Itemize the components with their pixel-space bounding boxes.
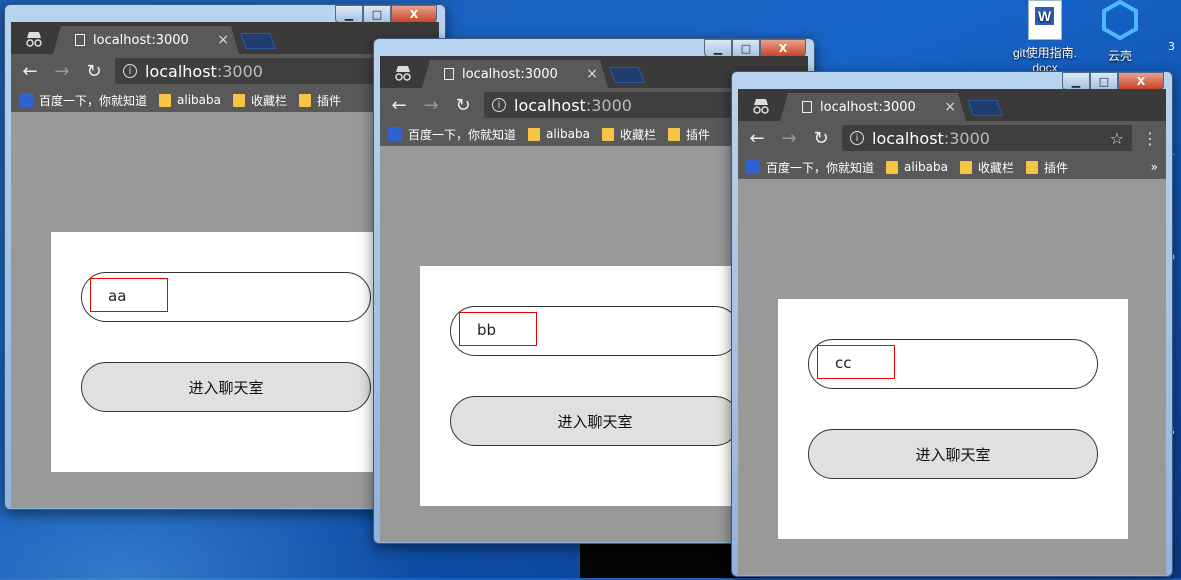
bookmark-alibaba[interactable]: alibaba: [528, 127, 590, 141]
bookmarks-bar: 百度一下，你就知道 alibaba 收藏栏 插件 »: [738, 155, 1166, 179]
close-window-button[interactable]: X: [1118, 72, 1164, 90]
url-host: localhost: [145, 61, 217, 81]
incognito-icon: [746, 91, 776, 121]
back-arrow-icon[interactable]: ←: [19, 61, 41, 82]
desktop-icon-label: git使用指南.: [1012, 46, 1077, 60]
tab-title: localhost:3000: [93, 32, 189, 48]
enter-chatroom-button[interactable]: 进入聊天室: [450, 396, 740, 446]
baidu-icon: [19, 93, 33, 107]
folder-icon: [232, 93, 245, 107]
bookmark-alibaba[interactable]: alibaba: [886, 160, 948, 174]
folder-icon: [959, 160, 972, 174]
window-caption-buttons: ▁ □ X: [1062, 72, 1164, 90]
tab-close-icon[interactable]: ×: [217, 32, 229, 48]
close-window-button[interactable]: X: [391, 5, 437, 23]
bookmark-plugins[interactable]: 插件: [1026, 159, 1068, 176]
back-arrow-icon[interactable]: ←: [388, 95, 410, 116]
login-card: cc 进入聊天室: [778, 299, 1128, 539]
new-tab-button[interactable]: [240, 33, 276, 49]
minimize-button[interactable]: ▁: [1062, 72, 1090, 90]
username-input[interactable]: cc: [808, 339, 1098, 389]
back-arrow-icon[interactable]: ←: [746, 128, 768, 149]
reload-icon[interactable]: ↻: [810, 128, 832, 149]
folder-icon: [299, 93, 311, 107]
page-viewport: cc 进入聊天室: [738, 179, 1166, 575]
reload-icon[interactable]: ↻: [452, 95, 474, 116]
maximize-button[interactable]: □: [363, 5, 391, 23]
page-icon: [75, 34, 85, 46]
bookmark-favorites[interactable]: 收藏栏: [959, 159, 1014, 176]
username-value: bb: [459, 312, 537, 346]
tab-localhost[interactable]: localhost:3000 ×: [780, 93, 966, 121]
bookmark-baidu[interactable]: 百度一下，你就知道: [19, 92, 147, 109]
enter-chatroom-button[interactable]: 进入聊天室: [808, 429, 1098, 479]
folder-icon: [601, 127, 614, 141]
word-doc-icon: [1028, 0, 1062, 40]
close-window-button[interactable]: X: [760, 39, 806, 57]
bookmark-baidu[interactable]: 百度一下，你就知道: [388, 126, 516, 143]
folder-icon: [159, 93, 172, 107]
info-icon[interactable]: i: [850, 131, 864, 145]
maximize-button[interactable]: □: [1090, 72, 1118, 90]
folder-icon: [886, 160, 899, 174]
window-caption-buttons: ▁ □ X: [335, 5, 437, 23]
bookmark-star-icon[interactable]: ☆: [1110, 129, 1124, 148]
enter-chatroom-button[interactable]: 进入聊天室: [81, 362, 371, 412]
username-input[interactable]: bb: [450, 306, 740, 356]
new-tab-button[interactable]: [609, 67, 645, 83]
chrome-frame: localhost:3000 × ← → ↻ i localhost:3000 …: [738, 89, 1166, 575]
url-port: :3000: [943, 128, 990, 148]
tab-title: localhost:3000: [462, 66, 558, 82]
bookmark-baidu[interactable]: 百度一下，你就知道: [746, 159, 874, 176]
desktop-icon-yunke[interactable]: 云壳: [1092, 0, 1148, 64]
bookmarks-overflow-icon[interactable]: »: [1151, 160, 1158, 174]
username-value: aa: [90, 278, 168, 312]
window-caption-buttons: ▁ □ X: [704, 39, 806, 57]
url-host: localhost: [872, 128, 944, 148]
folder-icon: [528, 127, 541, 141]
baidu-icon: [388, 127, 402, 141]
bookmark-alibaba[interactable]: alibaba: [159, 93, 221, 107]
forward-arrow-icon[interactable]: →: [51, 61, 73, 82]
info-icon[interactable]: i: [123, 64, 137, 78]
folder-icon: [1026, 160, 1038, 174]
address-bar[interactable]: i localhost:3000 ☆: [842, 125, 1132, 151]
info-icon[interactable]: i: [492, 98, 506, 112]
page-icon: [444, 68, 454, 80]
reload-icon[interactable]: ↻: [83, 61, 105, 82]
tab-localhost[interactable]: localhost:3000 ×: [422, 60, 608, 88]
page-icon: [802, 101, 812, 113]
browser-menu-icon[interactable]: ⋮: [1142, 129, 1158, 148]
tab-strip: localhost:3000 ×: [738, 89, 1166, 121]
url-port: :3000: [585, 95, 632, 115]
tab-title: localhost:3000: [820, 99, 916, 115]
tab-localhost[interactable]: localhost:3000 ×: [53, 26, 239, 54]
folder-icon: [668, 127, 680, 141]
minimize-button[interactable]: ▁: [335, 5, 363, 23]
url-port: :3000: [216, 61, 263, 81]
incognito-icon: [388, 58, 418, 88]
new-tab-button[interactable]: [967, 100, 1003, 116]
username-input[interactable]: aa: [81, 272, 371, 322]
tab-close-icon[interactable]: ×: [944, 99, 956, 115]
desktop-icon-docx[interactable]: git使用指南. docx: [1005, 0, 1085, 75]
browser-window-3: ▁ □ X localhost:3000 × ← → ↻ i localhost…: [731, 71, 1173, 577]
desktop-edge-text: 3: [1168, 40, 1175, 53]
bookmark-plugins[interactable]: 插件: [299, 92, 341, 109]
url-host: localhost: [514, 95, 586, 115]
bookmark-plugins[interactable]: 插件: [668, 126, 710, 143]
baidu-icon: [746, 160, 760, 174]
browser-toolbar: ← → ↻ i localhost:3000 ☆ ⋮: [738, 121, 1166, 155]
forward-arrow-icon[interactable]: →: [420, 95, 442, 116]
desktop-icon-label: 云壳: [1107, 49, 1132, 63]
forward-arrow-icon[interactable]: →: [778, 128, 800, 149]
tab-close-icon[interactable]: ×: [586, 66, 598, 82]
minimize-button[interactable]: ▁: [704, 39, 732, 57]
yunke-hexagon-icon: [1102, 0, 1138, 41]
incognito-icon: [19, 24, 49, 54]
bookmark-favorites[interactable]: 收藏栏: [601, 126, 656, 143]
bookmark-favorites[interactable]: 收藏栏: [232, 92, 287, 109]
maximize-button[interactable]: □: [732, 39, 760, 57]
username-value: cc: [817, 345, 895, 379]
